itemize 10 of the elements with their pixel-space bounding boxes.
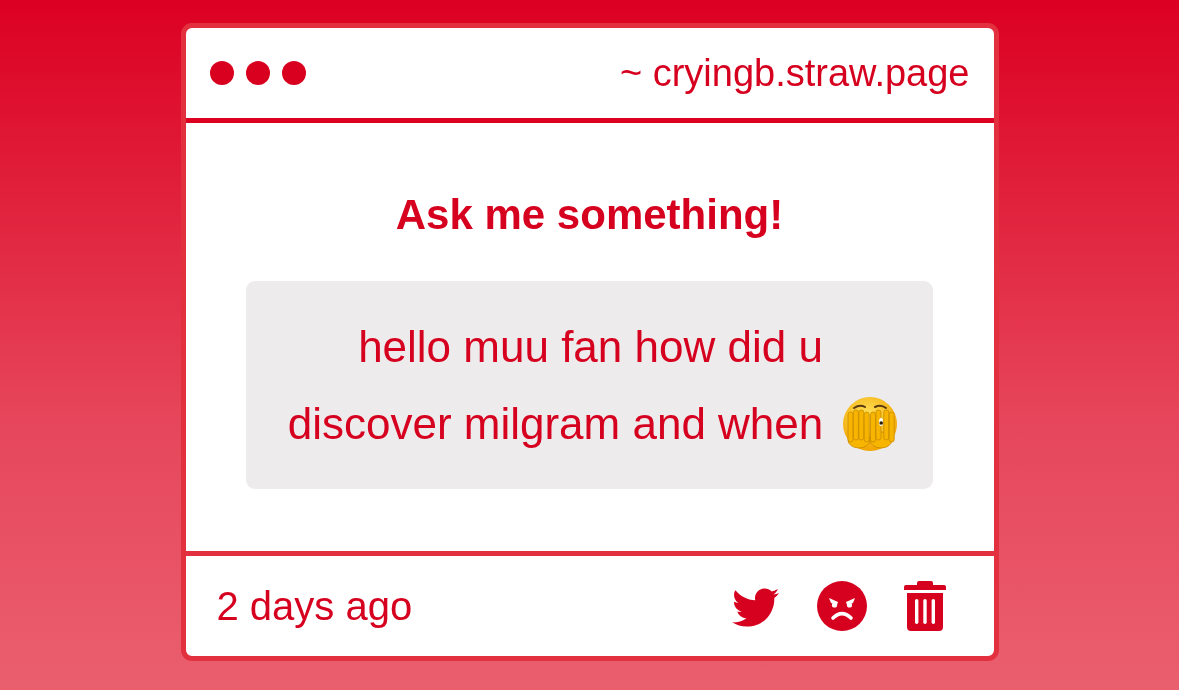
timestamp: 2 days ago	[216, 583, 413, 629]
question-text: hello muu fan how did u discover milgram and when	[286, 321, 825, 450]
peeking-face-icon	[841, 396, 898, 452]
window-dot-icon	[281, 61, 306, 85]
trash-icon[interactable]	[903, 581, 946, 631]
site-address: ~ cryingb.straw.page	[619, 51, 970, 95]
window-dot-icon	[209, 61, 234, 85]
heading: Ask me something!	[395, 191, 784, 239]
window-dot-icon	[245, 61, 270, 85]
angry-face-icon[interactable]	[816, 581, 867, 631]
